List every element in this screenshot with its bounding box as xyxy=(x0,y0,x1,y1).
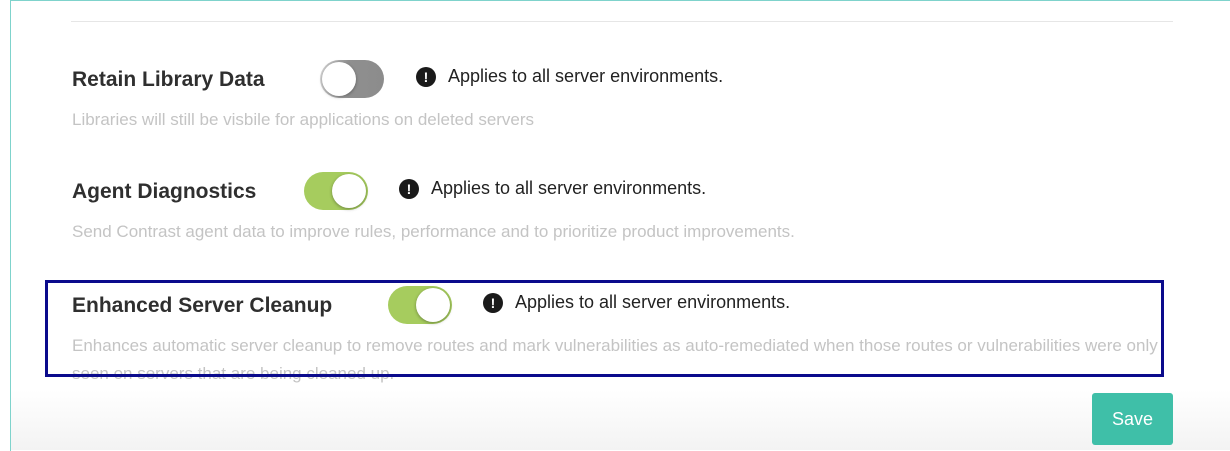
enhanced-server-cleanup-toggle[interactable] xyxy=(388,286,452,324)
exclamation-circle-icon: ! xyxy=(416,66,436,87)
exclamation-circle-icon: ! xyxy=(483,292,503,313)
info-text: Applies to all server environments. xyxy=(448,66,724,86)
setting-description: Libraries will still be visbile for appl… xyxy=(72,110,535,129)
setting-agent-diagnostics: Agent Diagnostics ! Applies to all serve… xyxy=(72,172,1182,246)
setting-title: Agent Diagnostics xyxy=(72,180,257,203)
info-text: Applies to all server environments. xyxy=(515,292,791,312)
setting-description: Enhances automatic server cleanup to rem… xyxy=(72,336,1158,383)
info-text: Applies to all server environments. xyxy=(431,178,707,198)
toggle-knob xyxy=(416,288,450,322)
agent-diagnostics-toggle[interactable] xyxy=(304,172,368,210)
setting-title: Enhanced Server Cleanup xyxy=(72,294,333,317)
info-note: ! Applies to all server environments. xyxy=(416,66,723,87)
footer-area xyxy=(11,390,1230,450)
setting-title: Retain Library Data xyxy=(72,68,265,91)
info-note: ! Applies to all server environments. xyxy=(399,178,706,199)
setting-enhanced-server-cleanup: Enhanced Server Cleanup ! Applies to all… xyxy=(72,286,1182,388)
setting-retain-library-data: Retain Library Data ! Applies to all ser… xyxy=(72,60,1182,134)
toggle-knob xyxy=(332,174,366,208)
retain-library-data-toggle[interactable] xyxy=(320,60,384,98)
setting-description: Send Contrast agent data to improve rule… xyxy=(72,222,795,241)
save-button[interactable]: Save xyxy=(1092,393,1173,445)
toggle-knob xyxy=(322,62,356,96)
exclamation-circle-icon: ! xyxy=(399,178,419,199)
divider xyxy=(71,21,1173,22)
info-note: ! Applies to all server environments. xyxy=(483,292,790,313)
